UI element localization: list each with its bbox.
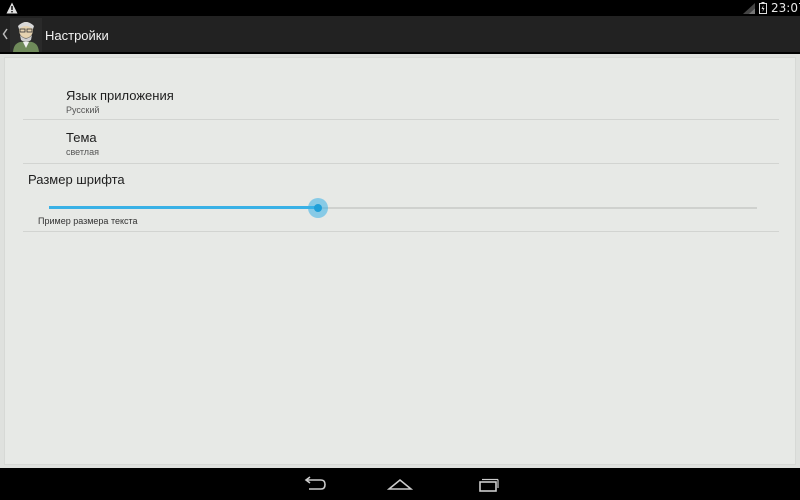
theme-preference[interactable]: Тема светлая (23, 120, 779, 164)
slider-thumb[interactable] (314, 204, 323, 212)
signal-icon (743, 3, 755, 14)
action-bar: Настройки (0, 16, 800, 54)
navigation-bar (0, 468, 800, 500)
language-summary: Русский (66, 105, 100, 115)
slider-fill (49, 206, 319, 209)
page-title: Настройки (45, 28, 109, 43)
theme-title: Тема (66, 130, 97, 145)
language-preference[interactable]: Язык приложения Русский (23, 76, 779, 120)
back-icon[interactable] (301, 476, 327, 492)
language-title: Язык приложения (66, 88, 174, 103)
font-size-slider[interactable] (49, 194, 757, 222)
battery-icon (759, 2, 767, 14)
status-time: 23:07 (771, 1, 800, 15)
warning-icon (6, 2, 18, 14)
app-avatar-icon[interactable] (10, 18, 42, 52)
home-icon[interactable] (387, 476, 413, 492)
status-bar: 23:07 (0, 0, 800, 16)
settings-panel: Язык приложения Русский Тема светлая Раз… (4, 57, 796, 465)
settings-content: Язык приложения Русский Тема светлая Раз… (0, 54, 800, 468)
font-size-preference: Размер шрифта Пример размера текста (23, 164, 779, 232)
chevron-left-icon[interactable] (2, 28, 9, 40)
theme-summary: светлая (66, 147, 99, 157)
font-size-sample-text: Пример размера текста (38, 216, 138, 226)
font-size-title: Размер шрифта (28, 172, 125, 187)
recent-apps-icon[interactable] (475, 476, 501, 492)
